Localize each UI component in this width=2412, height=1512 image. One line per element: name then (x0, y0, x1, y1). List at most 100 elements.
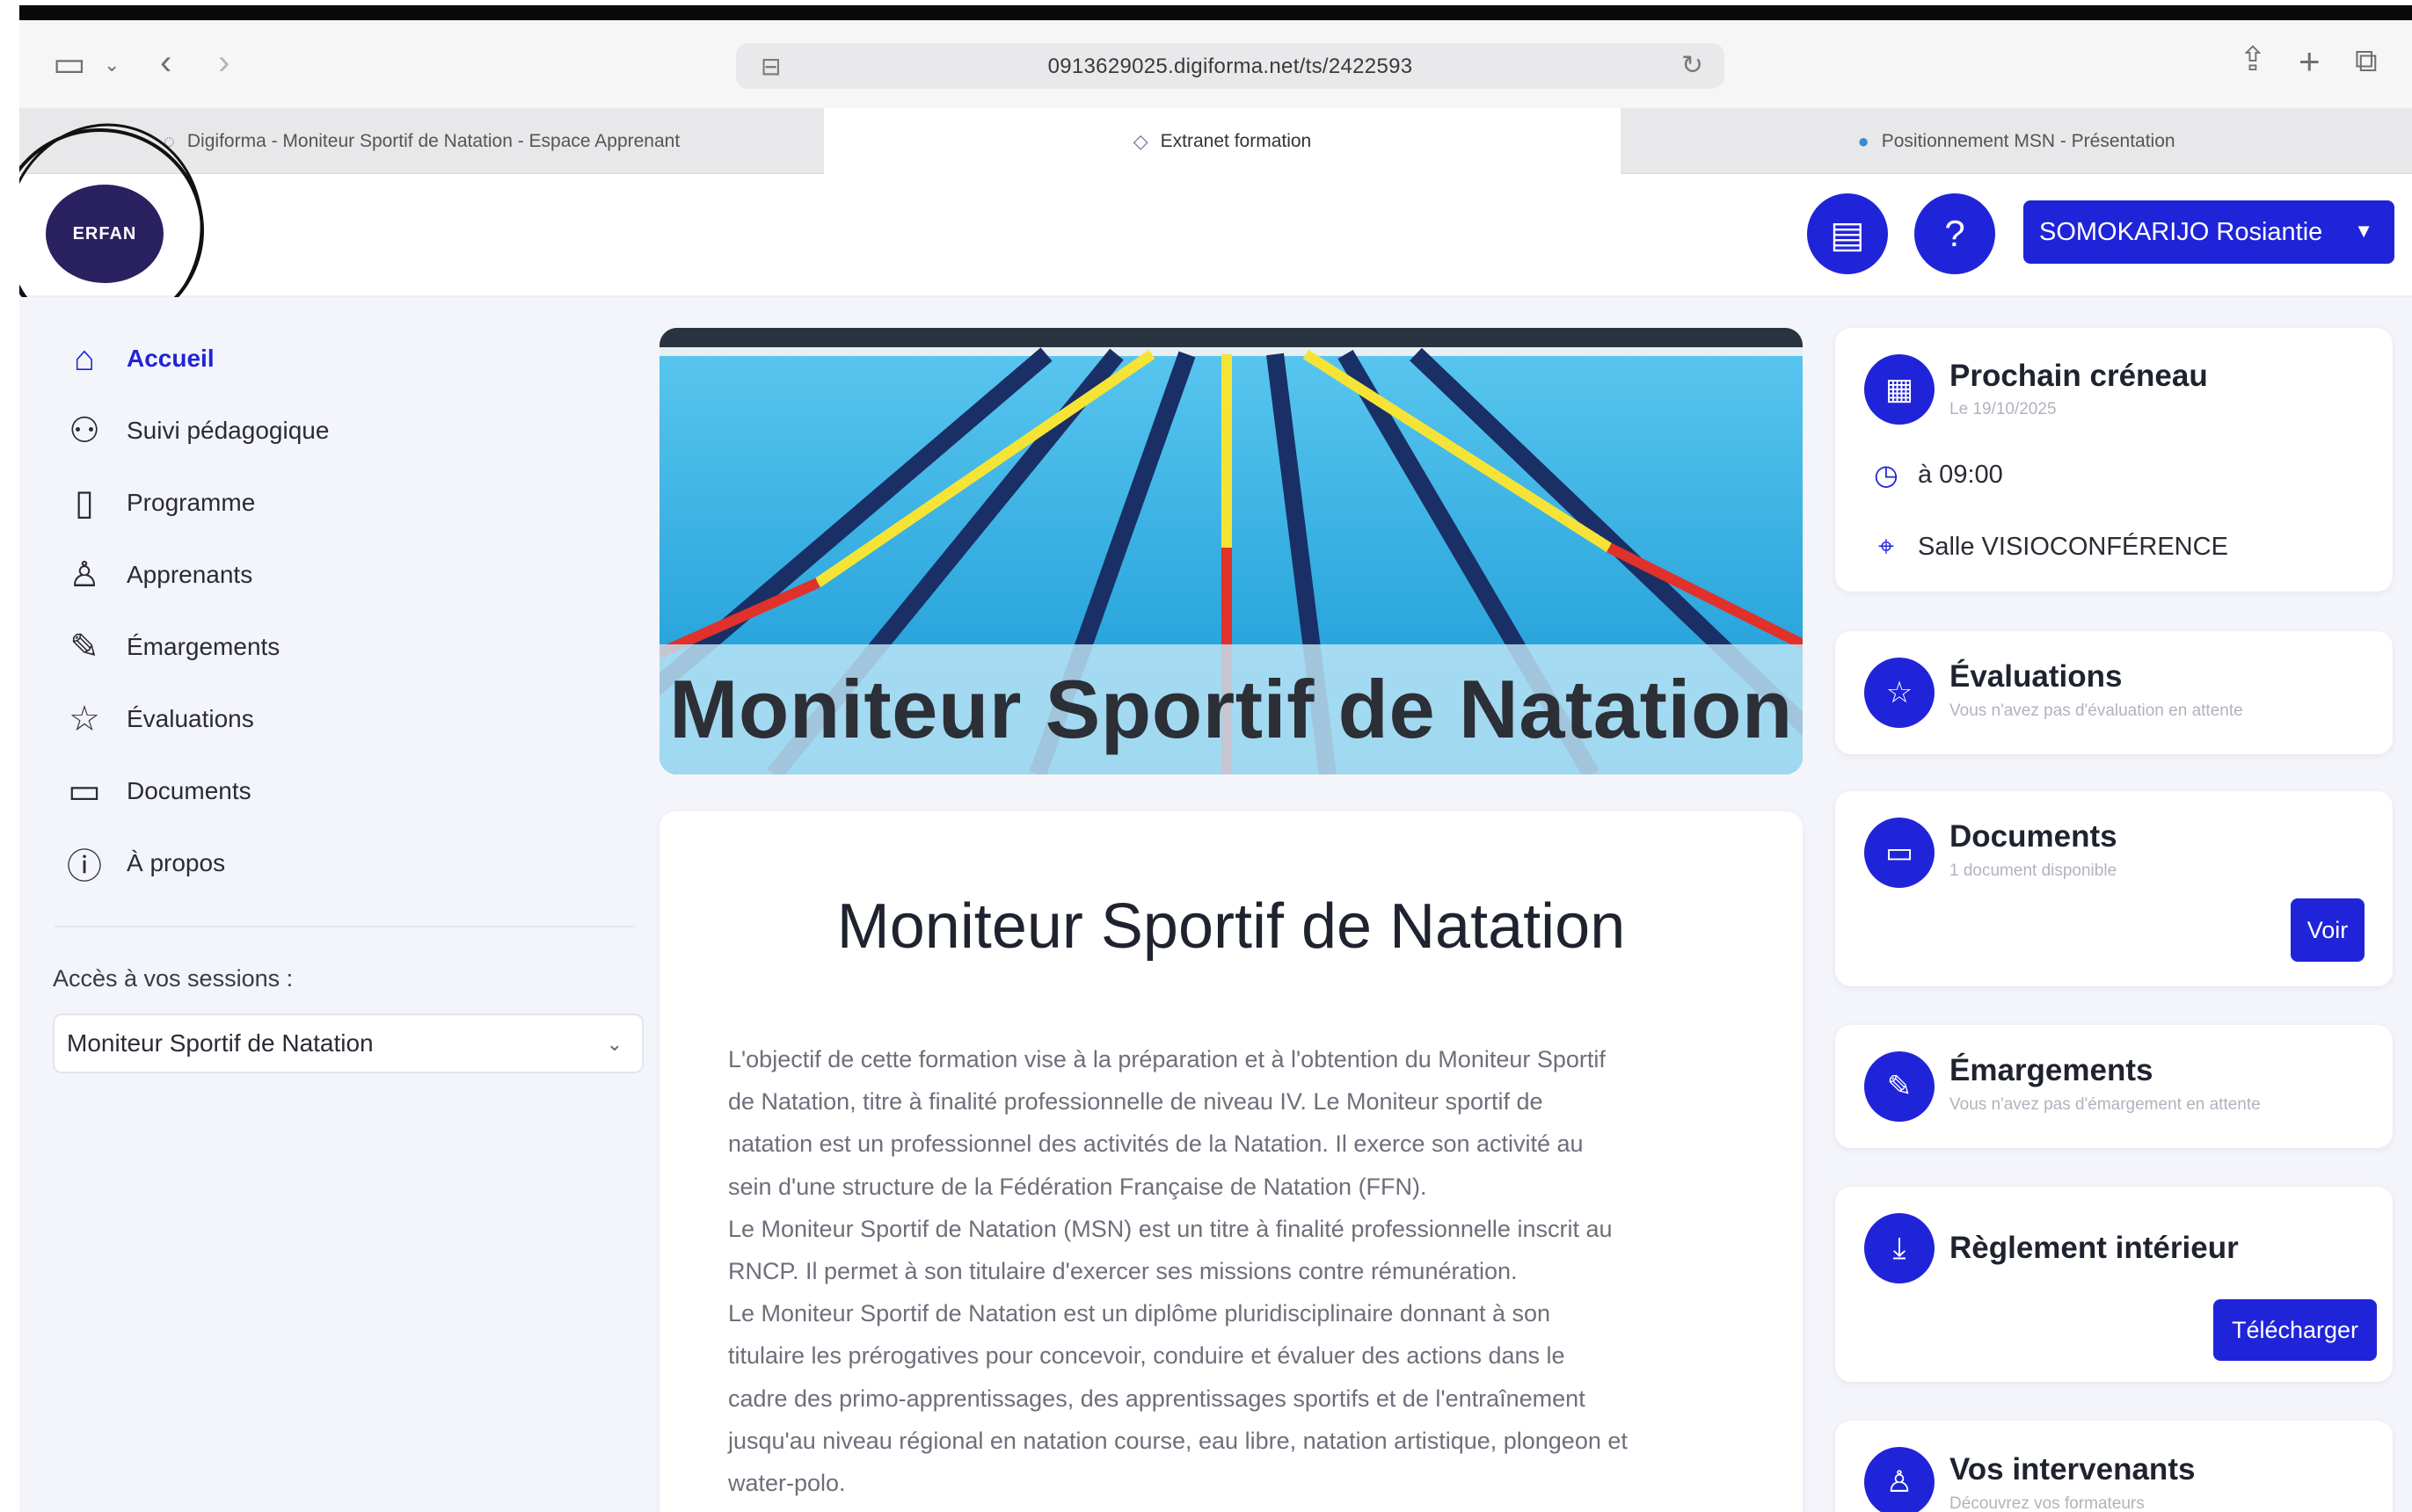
evaluations-card[interactable]: ☆ Évaluations Vous n'avez pas d'évaluati… (1835, 631, 2393, 754)
pen-icon: ✎ (1864, 1051, 1935, 1122)
address-bar[interactable]: ⊟ 0913629025.digiforma.net/ts/2422593 ↻ (736, 43, 1724, 89)
download-icon: ⤓ (1864, 1213, 1935, 1283)
card-title: Documents (1949, 819, 2117, 854)
sidebar-item-programme[interactable]: ▯ Programme (62, 476, 255, 529)
sidebar-item-label: Apprenants (127, 561, 253, 588)
description-line: L'objectif de cette formation vise à la … (728, 1046, 1606, 1072)
url-text: 0913629025.digiforma.net/ts/2422593 (1047, 55, 1413, 78)
sidebar-item-label: Accueil (127, 345, 215, 372)
info-icon: ⓘ (67, 847, 102, 886)
session-selected-value: Moniteur Sportif de Natation (67, 1029, 374, 1057)
user-menu-button[interactable]: SOMOKARIJO Rosiantie ▼ (2023, 200, 2394, 264)
sidebar-item-suivi[interactable]: ⚇ Suivi pédagogique (62, 404, 329, 457)
card-subtitle: Vous n'avez pas d'évaluation en attente (1949, 701, 2243, 720)
sidebar-item-emargements[interactable]: ✎ Émargements (62, 621, 280, 673)
sidebar-toggle-icon[interactable]: ▭ (53, 47, 86, 82)
reload-icon[interactable]: ↻ (1681, 50, 1703, 81)
card-title: Émargements (1949, 1053, 2153, 1087)
forward-icon[interactable]: › (218, 45, 230, 80)
messages-button[interactable]: ▤ (1807, 193, 1888, 274)
pen-icon: ✎ (69, 628, 99, 666)
sidebar-item-label: Évaluations (127, 705, 254, 732)
session-select[interactable]: Moniteur Sportif de Natation ⌄ (53, 1014, 644, 1073)
tab-favicon-icon: ◇ (1133, 129, 1148, 152)
sidebar-item-apprenants[interactable]: ♙ Apprenants (62, 549, 252, 601)
folder-icon: ▭ (68, 772, 101, 811)
tab-favicon-icon: ● (1857, 129, 1869, 152)
sidebar-item-label: Suivi pédagogique (127, 417, 330, 444)
documents-card: ▭ Documents 1 document disponible Voir (1835, 791, 2393, 986)
share-icon[interactable]: ⇪ (2239, 43, 2267, 76)
description-line: Le Moniteur Sportif de Natation (MSN) es… (728, 1215, 1613, 1242)
learner-icon: ♙ (69, 556, 100, 594)
formation-title: Moniteur Sportif de Natation (836, 891, 1626, 962)
user-icon: ♙ (1864, 1447, 1935, 1512)
view-documents-button[interactable]: Voir (2291, 898, 2365, 962)
formation-banner: Moniteur Sportif de Natation (659, 328, 1803, 774)
folder-icon: ▭ (1864, 818, 1935, 888)
card-subtitle: Vous n'avez pas d'émargement en attente (1949, 1095, 2261, 1114)
description-line: water-polo. (728, 1470, 846, 1497)
tab-overview-icon[interactable]: ⧉ (2355, 45, 2378, 76)
intervenants-card[interactable]: ♙ Vos intervenants Découvrez vos formate… (1835, 1421, 2393, 1512)
browser-toolbar: ▭ ⌄ ‹ › ⊟ 0913629025.digiforma.net/ts/24… (19, 20, 2412, 108)
page-content: ⌂ Accueil ⚇ Suivi pédagogique ▯ Programm… (19, 297, 2412, 1512)
tab-label: Digiforma - Moniteur Sportif de Natation… (186, 130, 681, 151)
back-icon[interactable]: ‹ (160, 45, 171, 80)
sidebar-item-label: Programme (127, 489, 256, 516)
description-line: jusqu'au niveau régional en natation cou… (728, 1427, 1628, 1454)
slot-time-text: à 09:00 (1918, 460, 2003, 489)
slot-room: ⌖ Salle VISIOCONFÉRENCE (1869, 530, 2228, 563)
slot-time: ◷ à 09:00 (1869, 458, 2003, 491)
new-tab-icon[interactable]: + (2299, 43, 2321, 80)
tab-strip: ◌ Digiforma - Moniteur Sportif de Natati… (19, 108, 2412, 174)
app-header: ERFAN ▤ ? SOMOKARIJO Rosiantie ▼ (19, 102, 2412, 359)
chat-icon: ▤ (1830, 213, 1865, 255)
user-name: SOMOKARIJO Rosiantie (2039, 217, 2323, 246)
card-title: Vos intervenants (1949, 1452, 2196, 1487)
users-icon: ⚇ (69, 411, 100, 450)
sidebar-item-documents[interactable]: ▭ Documents (62, 765, 251, 818)
sidebar-item-apropos[interactable]: ⓘ À propos (62, 837, 225, 890)
sidebar-divider (55, 926, 635, 927)
reglement-card: ⤓ Règlement intérieur Télécharger (1835, 1187, 2393, 1382)
card-title: Règlement intérieur (1949, 1231, 2239, 1265)
description-line: cadre des primo-apprentissages, des appr… (728, 1385, 1585, 1412)
sidebar-item-evaluations[interactable]: ☆ Évaluations (62, 693, 254, 745)
location-pin-icon: ⌖ (1877, 530, 1895, 562)
sidebar-item-label: À propos (127, 849, 226, 876)
banner-title: Moniteur Sportif de Natation (669, 663, 1793, 755)
clock-icon: ◷ (1874, 459, 1898, 491)
formation-description-card: Moniteur Sportif de Natation L'objectif … (659, 811, 1803, 1512)
clipboard-icon: ▯ (74, 483, 94, 522)
card-title: Prochain créneau (1949, 359, 2208, 393)
chevron-down-icon[interactable]: ⌄ (104, 55, 120, 75)
sessions-label: Accès à vos sessions : (53, 965, 294, 992)
chevron-down-icon: ⌄ (606, 1033, 623, 1055)
browser-window: ▭ ⌄ ‹ › ⊟ 0913629025.digiforma.net/ts/24… (19, 20, 2412, 1512)
sidebar-item-label: Émargements (127, 633, 281, 660)
description-line: de Natation, titre à finalité profession… (728, 1088, 1543, 1116)
card-subtitle: Découvrez vos formateurs (1949, 1494, 2145, 1512)
slot-room-text: Salle VISIOCONFÉRENCE (1918, 532, 2228, 561)
star-icon: ☆ (1864, 658, 1935, 728)
card-subtitle: 1 document disponible (1949, 861, 2117, 880)
home-icon: ⌂ (73, 338, 96, 378)
help-button[interactable]: ? (1914, 193, 1995, 274)
emargements-card[interactable]: ✎ Émargements Vous n'avez pas d'émargeme… (1835, 1025, 2393, 1148)
question-icon: ? (1944, 213, 1965, 254)
screen-top-edge (19, 5, 2412, 20)
tab-label: Positionnement MSN - Présentation (1881, 130, 2175, 151)
tab-extranet[interactable]: ◇ Extranet formation (824, 108, 1621, 174)
sidebar-item-accueil[interactable]: ⌂ Accueil (62, 332, 215, 385)
description-line: Le Moniteur Sportif de Natation est un d… (728, 1300, 1551, 1327)
description-line: natation est un professionnel des activi… (728, 1130, 1584, 1158)
download-reglement-button[interactable]: Télécharger (2213, 1299, 2377, 1361)
description-line: RNCP. Il permet à son titulaire d'exerce… (728, 1258, 1518, 1285)
sidebar-item-label: Documents (127, 777, 251, 804)
prochain-creneau-card: ▦ Prochain créneau Le 19/10/2025 ◷ à 09:… (1835, 328, 2393, 592)
description-line: titulaire les prérogatives pour concevoi… (728, 1342, 1565, 1370)
star-icon: ☆ (69, 700, 100, 738)
tab-label: Extranet formation (1160, 130, 1312, 151)
tab-positionnement[interactable]: ● Positionnement MSN - Présentation (1621, 108, 2412, 174)
